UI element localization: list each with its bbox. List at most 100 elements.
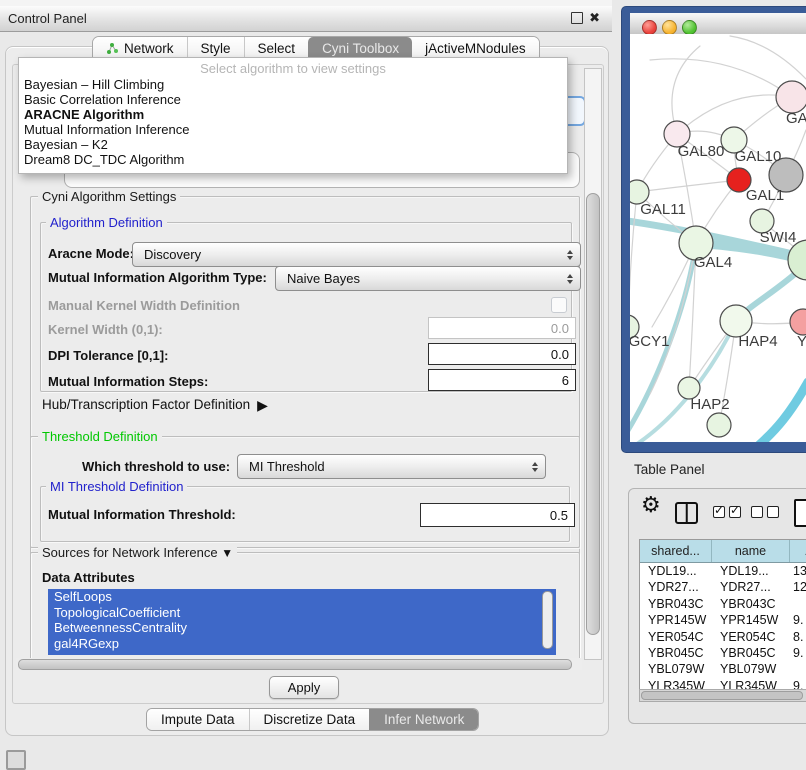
table-cell: YDR27... <box>712 579 790 595</box>
unchecked-checkbox-icon[interactable] <box>767 506 779 518</box>
table-row[interactable]: YBR045CYBR045C9. <box>640 645 806 661</box>
table-cell: YDR27... <box>640 579 712 595</box>
scrollbar-thumb[interactable] <box>641 691 803 700</box>
table-cell: YBR045C <box>640 645 712 661</box>
settings-vertical-scrollbar[interactable] <box>584 68 602 660</box>
algorithm-option-dream8-dc-tdc-algorithm[interactable]: Dream8 DC_TDC Algorithm <box>19 152 567 167</box>
kernel-width-field[interactable]: 0.0 <box>428 317 576 339</box>
table-cell <box>790 596 806 612</box>
table-row[interactable]: YDL19...YDL19...13 <box>640 563 806 579</box>
node-label-gal: GAL <box>786 110 806 127</box>
mi-type-select[interactable]: Naive Bayes <box>275 266 581 291</box>
split-columns-icon[interactable] <box>675 502 698 524</box>
attribute-selfloops[interactable]: SelfLoops <box>48 589 556 605</box>
attribute-topologicalcoefficient[interactable]: TopologicalCoefficient <box>48 605 556 621</box>
mi-threshold-value: 0.5 <box>550 508 568 523</box>
tab-cyni-toolbox[interactable]: Cyni Toolbox <box>308 37 412 59</box>
checked-checkbox-icon[interactable] <box>713 506 725 518</box>
table-cell: 8. <box>790 629 806 645</box>
algorithm-option-aracne-algorithm[interactable]: ARACNE Algorithm <box>19 107 567 122</box>
minimize-traffic-light[interactable] <box>662 20 677 35</box>
table-cell: YER054C <box>712 629 790 645</box>
column-header-a[interactable]: A <box>790 540 806 562</box>
tab-style[interactable]: Style <box>187 37 244 59</box>
node-label-hap4: HAP4 <box>738 333 777 350</box>
new-table-icon[interactable] <box>794 499 806 527</box>
network-node[interactable] <box>707 413 731 437</box>
table-row[interactable]: YPR145WYPR145W9. <box>640 612 806 628</box>
expand-right-icon: ▶ <box>257 398 268 412</box>
float-panel-icon[interactable] <box>571 12 583 24</box>
tab-label: Select <box>258 41 296 56</box>
network-canvas-svg: GALGAL80GAL10GAL1GAL11SWI4GAL4GCY1HAP4YH… <box>630 34 806 442</box>
mi-threshold-group-title: MI Threshold Definition <box>46 479 187 494</box>
tab-label: Cyni Toolbox <box>322 41 399 56</box>
table-row[interactable]: YBR043CYBR043C <box>640 596 806 612</box>
gear-icon[interactable]: ⚙ <box>641 493 661 518</box>
apply-button[interactable]: Apply <box>269 676 339 699</box>
zoom-traffic-light[interactable] <box>682 20 697 35</box>
column-header-shared[interactable]: shared... <box>640 540 712 562</box>
mi-threshold-label: Mutual Information Threshold: <box>48 505 236 525</box>
scrollbar-thumb[interactable] <box>18 659 572 670</box>
tab-discretize-data[interactable]: Discretize Data <box>249 709 370 730</box>
algorithm-option-basic-correlation-inference[interactable]: Basic Correlation Inference <box>19 92 567 107</box>
mi-type-label: Mutual Information Algorithm Type: <box>48 268 267 288</box>
unchecked-checkbox-icon[interactable] <box>751 506 763 518</box>
table-cell: 9. <box>790 645 806 661</box>
hub-definition-expander[interactable]: Hub/Transcription Factor Definition ▶ <box>42 397 268 412</box>
attribute-gal4rgexp[interactable]: gal4RGexp <box>48 636 556 652</box>
dpi-tolerance-field[interactable]: 0.0 <box>428 343 576 365</box>
node-label-gal80: GAL80 <box>678 143 725 160</box>
table-horizontal-scrollbar[interactable] <box>639 689 806 702</box>
stepper-arrows-icon <box>567 274 573 284</box>
mi-threshold-field[interactable]: 0.5 <box>420 503 575 527</box>
network-edge[interactable] <box>650 59 792 97</box>
node-label-hap2: HAP2 <box>690 396 729 413</box>
settings-horizontal-scrollbar[interactable] <box>16 658 582 670</box>
network-edge[interactable] <box>730 36 806 79</box>
algorithm-hint: Select algorithm to view settings <box>19 60 567 77</box>
table-cell: YBR045C <box>712 645 790 661</box>
aracne-mode-select[interactable]: Discovery <box>132 242 581 267</box>
manual-kernel-checkbox[interactable] <box>551 297 567 313</box>
algorithm-dropdown-popup: Select algorithm to view settings Bayesi… <box>18 57 568 174</box>
tab-network[interactable]: Network <box>93 37 187 59</box>
algorithm-option-mutual-information-inference[interactable]: Mutual Information Inference <box>19 122 567 137</box>
network-window-titlebar[interactable] <box>630 13 806 35</box>
attribute-betweennesscentrality[interactable]: BetweennessCentrality <box>48 620 556 636</box>
which-threshold-select[interactable]: MI Threshold <box>237 454 546 479</box>
apply-button-label: Apply <box>288 680 321 695</box>
checked-checkbox-icon[interactable] <box>729 506 741 518</box>
mi-steps-field[interactable]: 6 <box>428 369 576 391</box>
close-traffic-light[interactable] <box>642 20 657 35</box>
tab-jactivemnodules[interactable]: jActiveMNodules <box>412 37 539 59</box>
tab-select[interactable]: Select <box>244 37 309 59</box>
node-table: shared...nameA YDL19...YDL19...13YDR27..… <box>639 539 806 690</box>
aracne-mode-label: Aracne Mode: <box>48 244 134 264</box>
scrollbar-thumb[interactable] <box>586 193 600 635</box>
network-edge[interactable] <box>758 382 806 442</box>
tab-infer-network[interactable]: Infer Network <box>369 709 478 730</box>
node-label-gal11: GAL11 <box>640 201 686 218</box>
table-row[interactable]: YDR27...YDR27...12 <box>640 579 806 595</box>
network-canvas[interactable]: GALGAL80GAL10GAL1GAL11SWI4GAL4GCY1HAP4YH… <box>630 34 806 442</box>
network-edge[interactable] <box>630 192 637 327</box>
algorithm-list: Bayesian – Hill ClimbingBasic Correlatio… <box>19 77 567 167</box>
which-threshold-label: Which threshold to use: <box>82 457 230 477</box>
table-cell: YBR043C <box>640 596 712 612</box>
tab-impute-data[interactable]: Impute Data <box>147 709 249 730</box>
network-node[interactable] <box>776 81 806 113</box>
algorithm-option-bayesian-hill-climbing[interactable]: Bayesian – Hill Climbing <box>19 77 567 92</box>
column-header-name[interactable]: name <box>712 540 790 562</box>
table-row[interactable]: YBL079WYBL079W <box>640 661 806 677</box>
list-scrollbar-thumb[interactable] <box>542 591 553 649</box>
algorithm-option-bayesian-k2[interactable]: Bayesian – K2 <box>19 137 567 152</box>
collapse-down-icon[interactable]: ▼ <box>221 546 233 560</box>
minimized-panel-icon[interactable] <box>6 750 26 770</box>
table-cell: YBL079W <box>640 661 712 677</box>
network-node[interactable] <box>790 309 806 335</box>
close-icon[interactable]: ✖ <box>589 11 600 24</box>
table-row[interactable]: YER054CYER054C8. <box>640 629 806 645</box>
node-label-gal4: GAL4 <box>694 254 732 271</box>
